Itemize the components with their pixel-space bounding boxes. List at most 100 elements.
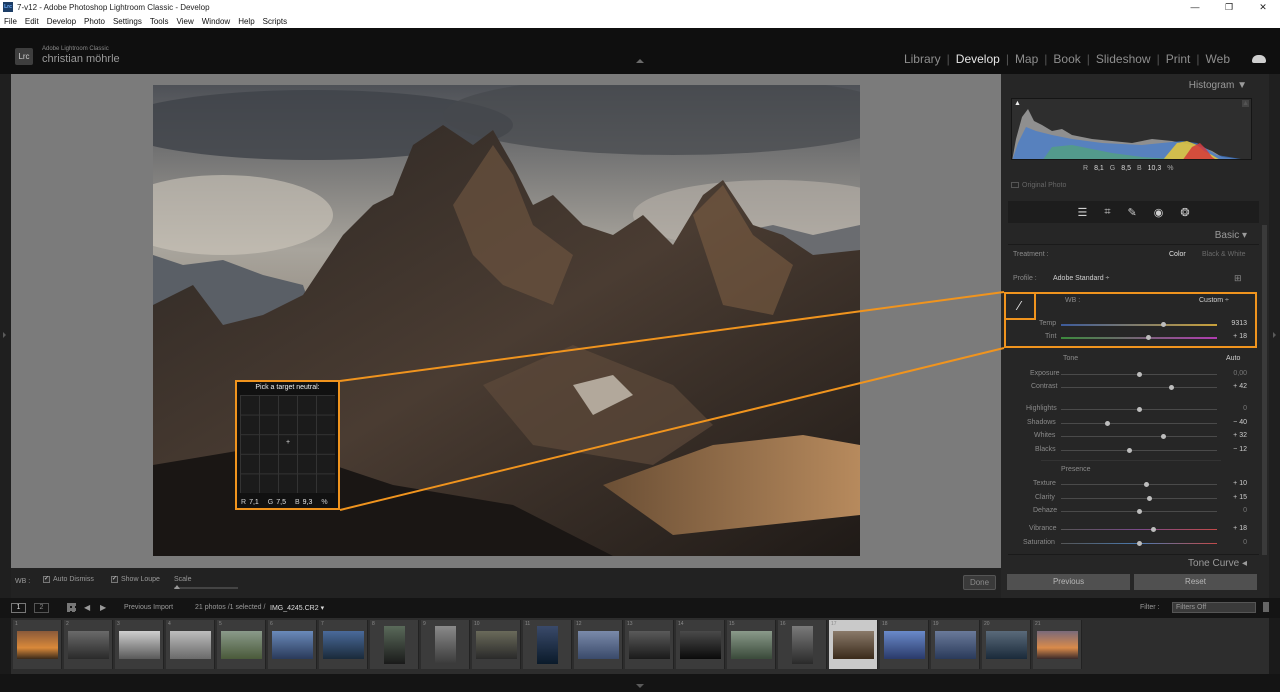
filmstrip-thumbnail[interactable]: 6 — [268, 620, 317, 669]
exposure-value[interactable]: 0,00 — [1233, 370, 1247, 377]
tint-slider[interactable] — [1061, 335, 1217, 340]
filmstrip-thumbnail[interactable]: 12 — [574, 620, 623, 669]
filmstrip-thumbnail[interactable]: 9 — [421, 620, 470, 669]
back-arrow-icon[interactable]: ◀ — [84, 603, 90, 612]
module-print[interactable]: Print — [1166, 52, 1191, 66]
masking-icon[interactable]: ❂ — [1180, 206, 1189, 219]
filmstrip-thumbnail[interactable]: 18 — [880, 620, 929, 669]
filmstrip-thumbnail[interactable]: 3 — [115, 620, 164, 669]
filmstrip[interactable]: 1 2 3 4 5 6 7 8 9 10 11 12 13 14 15 16 1… — [11, 618, 1269, 674]
filmstrip-thumbnail[interactable]: 14 — [676, 620, 725, 669]
filters-dropdown[interactable]: Filters Off — [1172, 602, 1256, 613]
texture-value[interactable]: + 10 — [1233, 480, 1247, 487]
basic-header[interactable]: Basic ▾ — [1215, 230, 1247, 241]
minimize-button[interactable]: — — [1178, 0, 1212, 14]
shadows-value[interactable]: − 40 — [1233, 419, 1247, 426]
dehaze-value[interactable]: 0 — [1243, 507, 1247, 514]
menu-edit[interactable]: Edit — [25, 17, 39, 26]
filmstrip-thumbnail[interactable]: 19 — [931, 620, 980, 669]
maximize-button[interactable]: ❐ — [1212, 0, 1246, 14]
histogram-header[interactable]: Histogram ▼ — [1189, 80, 1247, 91]
profile-dropdown[interactable]: Adobe Standard ÷ — [1053, 275, 1109, 282]
filmstrip-thumbnail[interactable]: 8 — [370, 620, 419, 669]
menu-tools[interactable]: Tools — [150, 17, 169, 26]
filmstrip-thumbnail-selected[interactable]: 17 — [829, 620, 878, 669]
tone-auto-button[interactable]: Auto — [1226, 355, 1240, 362]
grid-view-icon[interactable] — [67, 603, 76, 612]
texture-slider[interactable] — [1061, 482, 1217, 487]
filmstrip-thumbnail[interactable]: 16 — [778, 620, 827, 669]
reset-button[interactable]: Reset — [1134, 574, 1257, 590]
highlights-slider[interactable] — [1061, 407, 1217, 412]
blacks-slider[interactable] — [1061, 448, 1217, 453]
vibrance-slider[interactable] — [1061, 527, 1217, 532]
forward-arrow-icon[interactable]: ▶ — [100, 603, 106, 612]
collapse-triangle-icon[interactable]: ▾ — [1242, 230, 1247, 241]
filmstrip-thumbnail[interactable]: 21 — [1033, 620, 1082, 669]
previous-button[interactable]: Previous — [1007, 574, 1130, 590]
menu-photo[interactable]: Photo — [84, 17, 105, 26]
treatment-color-option[interactable]: Color — [1169, 251, 1186, 258]
exposure-slider[interactable] — [1061, 372, 1217, 377]
module-library[interactable]: Library — [904, 52, 941, 66]
menu-scripts[interactable]: Scripts — [263, 17, 287, 26]
filmstrip-thumbnail[interactable]: 11 — [523, 620, 572, 669]
saturation-slider[interactable] — [1061, 541, 1217, 546]
whites-slider[interactable] — [1061, 434, 1217, 439]
module-map[interactable]: Map — [1015, 52, 1038, 66]
expand-left-arrow-icon[interactable] — [3, 332, 6, 338]
saturation-value[interactable]: 0 — [1243, 539, 1247, 546]
menu-window[interactable]: Window — [202, 17, 230, 26]
exposure-knob[interactable] — [1136, 372, 1142, 377]
module-develop[interactable]: Develop — [956, 52, 1000, 66]
treatment-bw-option[interactable]: Black & White — [1202, 251, 1246, 258]
vibrance-knob[interactable] — [1150, 527, 1156, 532]
close-button[interactable]: ✕ — [1246, 0, 1280, 14]
texture-knob[interactable] — [1144, 482, 1150, 487]
module-book[interactable]: Book — [1053, 52, 1080, 66]
temp-slider[interactable] — [1061, 322, 1217, 327]
module-slideshow[interactable]: Slideshow — [1096, 52, 1151, 66]
right-panel-scrollbar[interactable] — [1262, 225, 1267, 555]
done-button[interactable]: Done — [963, 575, 996, 590]
filmstrip-thumbnail[interactable]: 1 — [13, 620, 62, 669]
dehaze-slider[interactable] — [1061, 509, 1217, 514]
highlight-clipping-triangle-icon[interactable]: ▲ — [1242, 100, 1249, 107]
filmstrip-filename[interactable]: IMG_4245.CR2 ▾ — [270, 604, 324, 612]
left-panel-collapsed[interactable] — [0, 74, 11, 598]
whites-knob[interactable] — [1161, 434, 1167, 439]
window-2-button[interactable]: 2 — [34, 603, 49, 613]
clarity-value[interactable]: + 15 — [1233, 494, 1247, 501]
filmstrip-thumbnail[interactable]: 4 — [166, 620, 215, 669]
right-panel-edge[interactable] — [1269, 74, 1280, 598]
vibrance-value[interactable]: + 18 — [1233, 525, 1247, 532]
wb-preset-dropdown[interactable]: Custom ÷ — [1199, 297, 1229, 304]
saturation-knob[interactable] — [1136, 541, 1142, 546]
image-workspace[interactable]: Pick a target neutral: + R 7,1 G 7,5 B 9,3 … — [11, 74, 1001, 568]
whites-value[interactable]: + 32 — [1233, 432, 1247, 439]
temp-value[interactable]: 9313 — [1231, 320, 1247, 327]
dehaze-knob[interactable] — [1136, 509, 1142, 514]
tint-value[interactable]: + 18 — [1233, 333, 1247, 340]
filmstrip-thumbnail[interactable]: 10 — [472, 620, 521, 669]
menu-file[interactable]: File — [4, 17, 17, 26]
blacks-knob[interactable] — [1127, 448, 1133, 453]
window-1-button[interactable]: 1 — [11, 603, 26, 613]
contrast-slider[interactable] — [1061, 385, 1217, 390]
scale-slider[interactable] — [174, 587, 238, 589]
auto-dismiss-checkbox[interactable]: ✓ Auto Dismiss — [43, 576, 94, 583]
collapse-triangle-icon[interactable]: ◂ — [1242, 558, 1247, 569]
edit-sliders-icon[interactable]: ☰ — [1077, 206, 1087, 219]
filmstrip-thumbnail[interactable]: 13 — [625, 620, 674, 669]
collapse-bottom-arrow-icon[interactable] — [636, 684, 644, 688]
filmstrip-thumbnail[interactable]: 7 — [319, 620, 368, 669]
scale-slider-knob[interactable] — [174, 585, 180, 589]
cloud-sync-icon[interactable] — [1252, 55, 1266, 63]
shadows-knob[interactable] — [1105, 421, 1111, 426]
tone-curve-header[interactable]: Tone Curve ◂ — [1188, 558, 1247, 569]
crop-icon[interactable]: ⌗ — [1104, 206, 1110, 219]
tint-knob[interactable] — [1145, 335, 1151, 340]
module-web[interactable]: Web — [1206, 52, 1230, 66]
filmstrip-thumbnail[interactable]: 15 — [727, 620, 776, 669]
blacks-value[interactable]: − 12 — [1233, 446, 1247, 453]
